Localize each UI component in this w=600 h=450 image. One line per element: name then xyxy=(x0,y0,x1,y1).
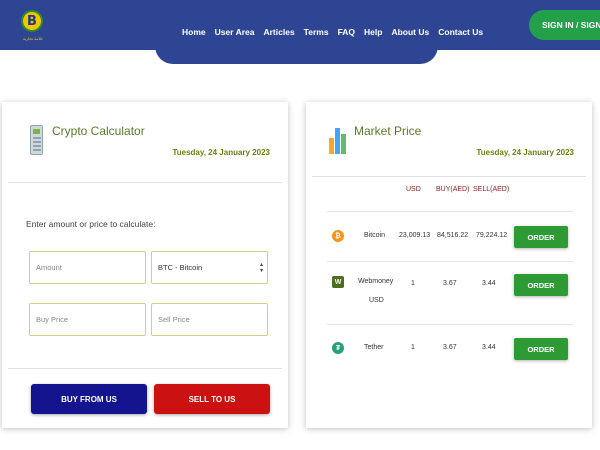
buy-price: 3.67 xyxy=(443,280,457,287)
sell-price: 3.44 xyxy=(482,344,496,351)
col-header-buy: BUY(AED) xyxy=(436,186,470,193)
bitcoin-icon: ₿ xyxy=(332,230,344,242)
nav-contact-us[interactable]: Contact Us xyxy=(438,27,483,37)
webmoney-icon: W xyxy=(332,276,344,288)
buy-price: 3.67 xyxy=(443,344,457,351)
nav-about-us[interactable]: About Us xyxy=(391,27,429,37)
buy-price-placeholder: Buy Price xyxy=(36,315,69,324)
sell-price-placeholder: Sell Price xyxy=(158,315,190,324)
select-arrows-icon: ▴ ▾ xyxy=(259,261,263,274)
sell-price: 3.44 xyxy=(482,280,496,287)
buy-price: 84,516.22 xyxy=(437,232,469,239)
nav-terms[interactable]: Terms xyxy=(304,27,329,37)
sell-to-us-button[interactable]: SELL TO US xyxy=(154,384,270,414)
order-button[interactable]: ORDER xyxy=(514,274,568,296)
nav-articles[interactable]: Articles xyxy=(263,27,294,37)
site-logo[interactable]: B علامة تجارية xyxy=(16,6,46,44)
row-divider xyxy=(327,211,573,212)
nav-user-area[interactable]: User Area xyxy=(215,27,255,37)
market-date: Tuesday, 24 January 2023 xyxy=(476,148,574,157)
market-title: Market Price xyxy=(354,124,422,138)
currency-selected-value: BTC - Bitcoin xyxy=(158,263,203,272)
sell-price-input[interactable]: Sell Price xyxy=(151,303,268,336)
row-divider xyxy=(327,261,573,262)
nav-faq[interactable]: FAQ xyxy=(338,27,355,37)
coin-name-suffix: USD xyxy=(369,297,384,304)
calculator-title: Crypto Calculator xyxy=(52,124,145,138)
order-button[interactable]: ORDER xyxy=(514,338,568,360)
divider xyxy=(8,368,282,369)
crypto-calculator-card: Crypto Calculator Tuesday, 24 January 20… xyxy=(2,102,288,428)
coin-name: Bitcoin xyxy=(364,232,386,239)
col-header-sell: SELL(AED) xyxy=(473,186,510,193)
usd-price: 23,009.13 xyxy=(399,232,431,239)
coin-name: Tether xyxy=(364,344,384,351)
amount-placeholder: Amount xyxy=(36,263,62,272)
tether-icon: ₮ xyxy=(332,342,344,354)
nav-help[interactable]: Help xyxy=(364,27,382,37)
market-price-card: Market Price Tuesday, 24 January 2023 US… xyxy=(306,102,592,428)
calculator-icon xyxy=(30,125,43,155)
calculator-date: Tuesday, 24 January 2023 xyxy=(172,148,270,157)
calculator-prompt: Enter amount or price to calculate: xyxy=(26,219,156,229)
divider xyxy=(312,176,586,177)
signin-signup-button[interactable]: SIGN IN / SIGN UP xyxy=(529,10,600,40)
usd-price: 1 xyxy=(411,280,415,287)
col-header-usd: USD xyxy=(406,186,421,193)
sell-price: 79,224.12 xyxy=(476,232,508,239)
bitcoin-logo-icon: B xyxy=(21,10,43,32)
logo-text: علامة تجارية xyxy=(22,36,44,41)
coin-name: Webmoney xyxy=(358,278,394,285)
main-nav: Home User Area Articles Terms FAQ Help A… xyxy=(182,27,492,37)
order-button[interactable]: ORDER xyxy=(514,226,568,248)
amount-input[interactable]: Amount xyxy=(29,251,146,284)
bar-chart-icon xyxy=(329,126,349,154)
divider xyxy=(8,182,282,183)
nav-home[interactable]: Home xyxy=(182,27,206,37)
row-divider xyxy=(327,324,573,325)
buy-from-us-button[interactable]: BUY FROM US xyxy=(31,384,147,414)
navbar-drop-shape xyxy=(155,38,438,64)
currency-select[interactable]: BTC - Bitcoin ▴ ▾ xyxy=(151,251,268,284)
usd-price: 1 xyxy=(411,344,415,351)
buy-price-input[interactable]: Buy Price xyxy=(29,303,146,336)
